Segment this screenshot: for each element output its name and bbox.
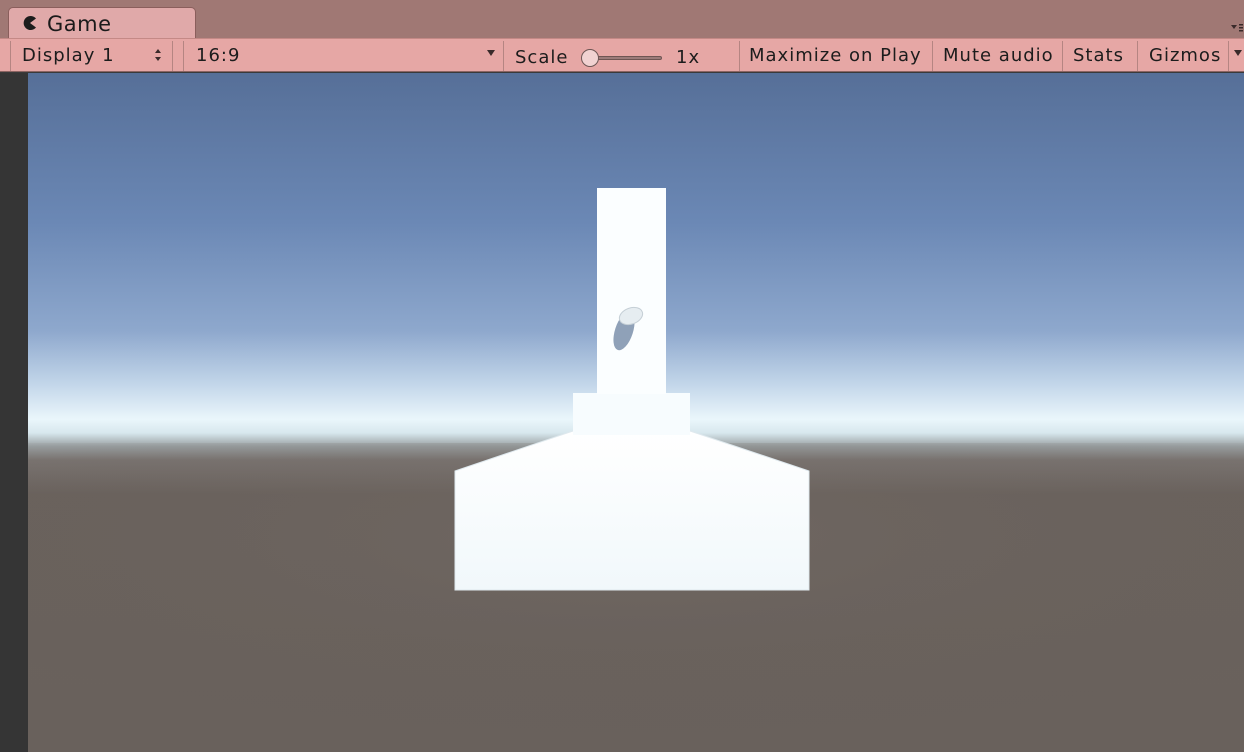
- gizmos-toggle[interactable]: Gizmos: [1149, 39, 1221, 73]
- separator: [932, 41, 933, 71]
- scale-value-text: 1x: [676, 47, 701, 68]
- game-toolbar: Display 1 16:9 Scale 1x Maximize on Play…: [0, 38, 1244, 72]
- separator: [503, 41, 504, 71]
- scale-slider-thumb[interactable]: [581, 49, 599, 67]
- separator: [1228, 41, 1229, 71]
- mute-label: Mute audio: [943, 45, 1054, 66]
- display-label: Display 1: [22, 45, 115, 66]
- pane-menu-icon[interactable]: [1228, 20, 1244, 36]
- separator: [183, 41, 184, 71]
- maximize-on-play-toggle[interactable]: Maximize on Play: [749, 39, 922, 73]
- middle-block: [573, 393, 690, 435]
- scale-value: 1x: [676, 41, 700, 75]
- separator: [10, 41, 11, 71]
- gizmos-label: Gizmos: [1149, 45, 1222, 66]
- scale-slider-track[interactable]: [590, 56, 662, 60]
- mute-audio-toggle[interactable]: Mute audio: [943, 39, 1054, 73]
- pillar: [597, 188, 666, 394]
- aspect-dropdown[interactable]: 16:9: [196, 39, 240, 73]
- gizmos-dropdown-icon[interactable]: [1234, 50, 1242, 56]
- maximize-label: Maximize on Play: [749, 45, 922, 66]
- pacman-icon: [23, 16, 36, 30]
- tab-strip: Game: [0, 0, 1244, 39]
- stats-label: Stats: [1073, 45, 1124, 66]
- base-block: [454, 430, 810, 591]
- separator: [1062, 41, 1063, 71]
- game-viewport[interactable]: [28, 73, 1244, 752]
- chevron-down-icon: [487, 50, 495, 56]
- updown-arrows-icon: [155, 49, 161, 61]
- display-dropdown[interactable]: Display 1: [22, 39, 115, 73]
- tab-game[interactable]: Game: [8, 7, 196, 39]
- separator: [739, 41, 740, 71]
- aspect-label: 16:9: [196, 45, 241, 66]
- stats-toggle[interactable]: Stats: [1073, 39, 1124, 73]
- separator: [172, 41, 173, 71]
- scale-label: Scale: [515, 41, 568, 75]
- left-gutter: [0, 73, 28, 752]
- game-scene: [28, 188, 1244, 752]
- separator: [1137, 41, 1138, 71]
- scale-label-text: Scale: [515, 47, 569, 68]
- tab-label: Game: [47, 12, 112, 36]
